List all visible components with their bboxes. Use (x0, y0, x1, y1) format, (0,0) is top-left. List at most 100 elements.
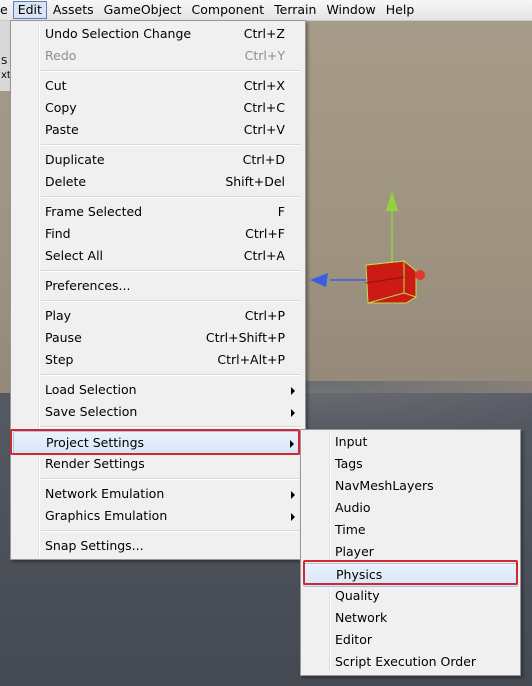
menu-separator (41, 270, 301, 272)
menu-item-label: Step (45, 352, 74, 367)
menu-item-frame-selected[interactable]: Frame Selected F (13, 201, 303, 223)
submenu-arrow-icon (291, 513, 295, 521)
menu-item-label: Find (45, 226, 71, 241)
submenu-item-network[interactable]: Network (303, 607, 518, 629)
menu-gameobject[interactable]: GameObject (99, 1, 187, 19)
menu-item-shortcut: F (277, 204, 285, 219)
menu-component[interactable]: Component (187, 1, 270, 19)
menu-item-label: Paste (45, 122, 79, 137)
menu-item-shortcut: Ctrl+A (243, 248, 285, 263)
menu-separator (41, 144, 301, 146)
menu-item-shortcut: Ctrl+Y (244, 48, 285, 63)
menu-item-redo: Redo Ctrl+Y (13, 45, 303, 67)
menu-item-label: Duplicate (45, 152, 105, 167)
menu-item-label: Input (335, 434, 368, 449)
menu-item-label: Player (335, 544, 374, 559)
menu-item-label: Undo Selection Change (45, 26, 192, 41)
submenu-item-script-execution-order[interactable]: Script Execution Order (303, 651, 518, 673)
menu-item-label: Select All (45, 248, 104, 263)
menu-item-play[interactable]: Play Ctrl+P (13, 305, 303, 327)
submenu-item-audio[interactable]: Audio (303, 497, 518, 519)
menu-item-shortcut: Ctrl+Z (243, 26, 285, 41)
menu-item-load-selection[interactable]: Load Selection (13, 379, 303, 401)
menu-item-label: Frame Selected (45, 204, 143, 219)
menu-item-label: Audio (335, 500, 371, 515)
menu-item-shortcut: Ctrl+P (244, 308, 285, 323)
menu-item-label: Render Settings (45, 456, 145, 471)
menu-separator (41, 300, 301, 302)
menu-item-label: Delete (45, 174, 87, 189)
menu-item-shortcut: Ctrl+Alt+P (217, 352, 285, 367)
menu-item-network-emulation[interactable]: Network Emulation (13, 483, 303, 505)
submenu-item-time[interactable]: Time (303, 519, 518, 541)
menu-item-project-settings[interactable]: Project Settings (13, 431, 303, 455)
menu-item-pause[interactable]: Pause Ctrl+Shift+P (13, 327, 303, 349)
menu-item-label: Project Settings (46, 435, 145, 450)
menu-item-label: Load Selection (45, 382, 137, 397)
menu-item-undo[interactable]: Undo Selection Change Ctrl+Z (13, 23, 303, 45)
edit-menu: Undo Selection Change Ctrl+Z Redo Ctrl+Y C… (10, 20, 306, 560)
menu-item-label: Graphics Emulation (45, 508, 168, 523)
submenu-item-input[interactable]: Input (303, 431, 518, 453)
menu-item-label: Tags (335, 456, 363, 471)
menu-bar: e Edit Assets GameObject Component Terra… (0, 0, 532, 21)
menu-help[interactable]: Help (381, 1, 420, 19)
menu-item-snap-settings[interactable]: Snap Settings... (13, 535, 303, 557)
menu-item-label: Network (335, 610, 388, 625)
menu-item-label: Editor (335, 632, 372, 647)
menu-item-label: Pause (45, 330, 82, 345)
submenu-item-quality[interactable]: Quality (303, 585, 518, 607)
menu-item-paste[interactable]: Paste Ctrl+V (13, 119, 303, 141)
menu-item-shortcut: Ctrl+C (243, 100, 285, 115)
menu-item-shortcut: Ctrl+F (245, 226, 285, 241)
submenu-item-editor[interactable]: Editor (303, 629, 518, 651)
menu-item-delete[interactable]: Delete Shift+Del (13, 171, 303, 193)
submenu-item-tags[interactable]: Tags (303, 453, 518, 475)
menu-separator (41, 70, 301, 72)
menu-item-duplicate[interactable]: Duplicate Ctrl+D (13, 149, 303, 171)
project-settings-submenu: Input Tags NavMeshLayers Audio Time Play… (300, 429, 521, 676)
menu-item-preferences[interactable]: Preferences... (13, 275, 303, 297)
menu-item-label: Save Selection (45, 404, 138, 419)
submenu-item-navmeshlayers[interactable]: NavMeshLayers (303, 475, 518, 497)
menu-separator (41, 426, 301, 428)
submenu-arrow-icon (291, 387, 295, 395)
menu-separator (41, 478, 301, 480)
menu-item-label: Quality (335, 588, 380, 603)
submenu-item-physics[interactable]: Physics (303, 563, 518, 587)
menu-item-label: Time (335, 522, 366, 537)
menu-item-cut[interactable]: Cut Ctrl+X (13, 75, 303, 97)
submenu-arrow-icon (290, 440, 294, 448)
menu-item-graphics-emulation[interactable]: Graphics Emulation (13, 505, 303, 527)
menu-item-label: NavMeshLayers (335, 478, 434, 493)
menu-item-shortcut: Ctrl+Shift+P (205, 330, 285, 345)
menu-item-label: Copy (45, 100, 77, 115)
menu-item-label: Network Emulation (45, 486, 165, 501)
menu-assets[interactable]: Assets (48, 1, 99, 19)
menu-item-step[interactable]: Step Ctrl+Alt+P (13, 349, 303, 371)
menu-item-select-all[interactable]: Select All Ctrl+A (13, 245, 303, 267)
menu-separator (41, 530, 301, 532)
menu-item-save-selection[interactable]: Save Selection (13, 401, 303, 423)
menu-item-render-settings[interactable]: Render Settings (13, 453, 303, 475)
submenu-item-player[interactable]: Player (303, 541, 518, 563)
menu-separator (41, 196, 301, 198)
menu-item-label: Script Execution Order (335, 654, 477, 669)
menu-item-label: Redo (45, 48, 77, 63)
menu-item-label: Snap Settings... (45, 538, 144, 553)
gizmo-z-cone[interactable] (310, 273, 328, 287)
menu-separator (41, 374, 301, 376)
menu-item-find[interactable]: Find Ctrl+F (13, 223, 303, 245)
gizmo-y-cone[interactable] (386, 191, 398, 211)
menu-edit[interactable]: Edit (12, 1, 47, 19)
menu-item-label: Preferences... (45, 278, 131, 293)
menu-file-partial[interactable]: e (0, 1, 12, 19)
menu-window[interactable]: Window (321, 1, 380, 19)
gizmo-x-handle[interactable] (415, 270, 425, 280)
menu-item-label: Play (45, 308, 72, 323)
submenu-arrow-icon (291, 491, 295, 499)
menu-terrain[interactable]: Terrain (269, 1, 321, 19)
menu-item-shortcut: Ctrl+V (243, 122, 285, 137)
menu-item-shortcut: Ctrl+D (242, 152, 285, 167)
menu-item-copy[interactable]: Copy Ctrl+C (13, 97, 303, 119)
